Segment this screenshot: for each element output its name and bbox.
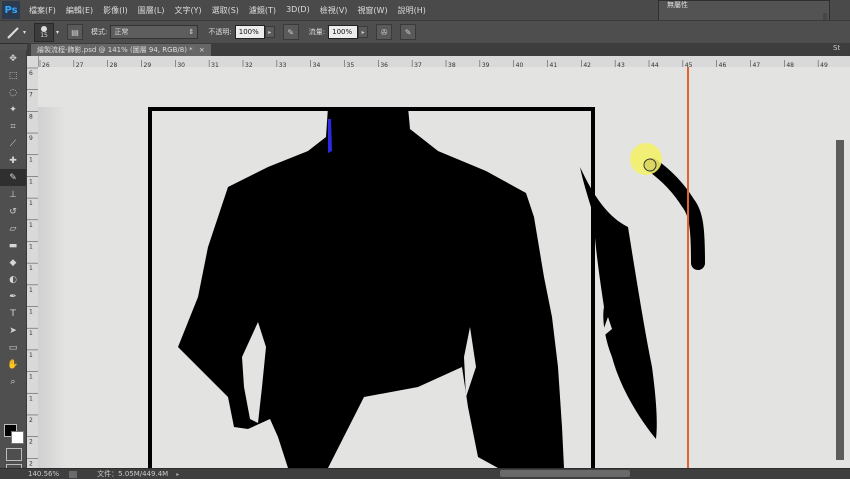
menu-item[interactable]: 說明(H) [393, 5, 431, 16]
document-tab[interactable]: 繪製流程-飾影.psd @ 141% (圖層 94, RGB/8) * × [31, 44, 211, 56]
canvas[interactable] [38, 67, 850, 468]
background-color-swatch[interactable] [11, 431, 24, 444]
ruler-tick-label: 1 [29, 178, 33, 185]
brush-tool-preset[interactable]: ▾ [6, 25, 26, 39]
ruler-tick-label: 8 [29, 113, 33, 120]
move-icon[interactable]: ✥ [0, 50, 26, 67]
brush-size: 15 [40, 31, 48, 39]
flow-input[interactable]: 100% [328, 25, 359, 39]
status-bar: 140.56% 文件：5.05M/449.4M ▸ [0, 468, 850, 479]
ruler-tick-label: 1 [29, 309, 33, 316]
mode-label: 模式: [91, 28, 108, 36]
pressure-opacity-icon[interactable]: ✎ [282, 24, 299, 40]
ruler-tick-label: 7 [29, 92, 33, 99]
ruler-tick-label: 1 [29, 287, 33, 294]
zoom-level[interactable]: 140.56% [28, 470, 59, 478]
flow-dropdown-icon[interactable]: ▸ [358, 26, 369, 38]
ruler-tick-label: 1 [29, 265, 33, 272]
opacity-label: 不透明: [208, 28, 232, 36]
menu-item[interactable]: 文字(Y) [169, 5, 206, 16]
options-bar: ▾ 15 ▾ ▤ 模式: 正常 ⇕ 不透明: 100% ▸ ✎ 流量: 100%… [0, 20, 850, 44]
ruler-tick-label: 1 [29, 200, 33, 207]
ruler-tick-label: 1 [29, 395, 33, 402]
flow-value: 100% [332, 28, 353, 36]
flow-label: 流量: [308, 28, 326, 36]
app-logo: Ps [2, 1, 20, 19]
mode-value: 正常 [114, 28, 129, 36]
menu-item[interactable]: 濾鏡(T) [244, 5, 281, 16]
ruler-left-ticks: 6 7 8 9 1 1 1 1 1 1 1 1 1 1 1 1 2 2 2 [27, 67, 38, 467]
menu-item[interactable]: 圖層(L) [133, 5, 170, 16]
brush-icon[interactable]: ✎ [0, 169, 26, 186]
horizontal-scrollbar[interactable] [500, 470, 630, 477]
hand-icon[interactable]: ✋ [0, 356, 26, 373]
status-menu-icon[interactable]: ▸ [176, 471, 179, 478]
airbrush-icon[interactable]: ✇ [376, 24, 393, 40]
ruler-tick-label: 1 [29, 157, 33, 164]
right-edge-label: St [833, 44, 841, 52]
brush-icon [7, 27, 19, 39]
ruler-tick-label: 1 [29, 243, 33, 250]
figure-silhouette [178, 107, 564, 468]
pen-icon[interactable]: ✒ [0, 288, 26, 305]
clone-stamp-icon[interactable]: ⊥ [0, 186, 26, 203]
healing-icon[interactable]: ✚ [0, 152, 26, 169]
cursor-highlight [630, 143, 662, 175]
blur-icon[interactable]: ◆ [0, 254, 26, 271]
crop-icon[interactable]: ⌗ [0, 118, 26, 135]
chevron-updown-icon: ⇕ [188, 28, 195, 36]
type-icon[interactable]: T [0, 305, 26, 322]
lasso-icon[interactable]: ◌ [0, 84, 26, 101]
close-icon[interactable]: × [199, 46, 205, 54]
tool-list: ✥ ⬚ ◌ ✦ ⌗ ⟋ ✚ ✎ ⊥ ↺ ▱ ▬ ◆ ◐ ✒ T ➤ ▭ ✋ ⌕ [0, 50, 26, 390]
shape-icon[interactable]: ▭ [0, 339, 26, 356]
document-tab-bar: 繪製流程-飾影.psd @ 141% (圖層 94, RGB/8) * × St [27, 43, 850, 56]
menu-items: 檔案(F) 編輯(E) 影像(I) 圖層(L) 文字(Y) 選取(S) 濾鏡(T) 3D(D)… [24, 5, 431, 16]
ruler-tick-label: 1 [29, 352, 33, 359]
opacity-input[interactable]: 100% [234, 25, 265, 39]
eyedropper-icon[interactable]: ⟋ [0, 135, 26, 152]
eraser-icon[interactable]: ▱ [0, 220, 26, 237]
panel-title: 無屬性 [659, 1, 829, 11]
quick-select-icon[interactable]: ✦ [0, 101, 26, 118]
menu-item[interactable]: 檔案(F) [24, 5, 61, 16]
ruler-tick-label: 1 [29, 374, 33, 381]
menu-item[interactable]: 編輯(E) [61, 5, 98, 16]
menu-item[interactable]: 視窗(W) [352, 5, 392, 16]
status-info-icon[interactable] [69, 470, 78, 478]
pressure-size-icon[interactable]: ✎ [400, 24, 417, 40]
brush-stroke [645, 158, 705, 270]
menu-item[interactable]: 影像(I) [98, 5, 133, 16]
ruler-tick-label: 1 [29, 222, 33, 229]
document-tab-title: 繪製流程-飾影.psd @ 141% (圖層 94, RGB/8) * [37, 46, 193, 54]
ruler-tick-label: 2 [29, 417, 33, 424]
ruler-tick-label: 2 [29, 439, 33, 446]
zoom-icon[interactable]: ⌕ [0, 373, 26, 390]
toolbox: ✥ ⬚ ◌ ✦ ⌗ ⟋ ✚ ✎ ⊥ ↺ ▱ ▬ ◆ ◐ ✒ T ➤ ▭ ✋ ⌕ [0, 50, 27, 478]
menu-item[interactable]: 選取(S) [207, 5, 244, 16]
ruler-tick-label: 1 [29, 330, 33, 337]
menu-item[interactable]: 3D(D) [281, 5, 315, 16]
mode-select[interactable]: 正常 ⇕ [110, 25, 199, 39]
quick-mask-icon[interactable] [6, 448, 22, 461]
gradient-icon[interactable]: ▬ [0, 237, 26, 254]
history-brush-icon[interactable]: ↺ [0, 203, 26, 220]
artwork[interactable] [38, 67, 850, 468]
brush-picker[interactable]: 15 ▾ [34, 22, 59, 42]
ruler-tick-label: 9 [29, 135, 33, 142]
opacity-value: 100% [238, 28, 259, 36]
canvas-shade [38, 107, 66, 468]
opacity-dropdown-icon[interactable]: ▸ [264, 26, 275, 38]
menu-item[interactable]: 檢視(V) [315, 5, 353, 16]
ruler-tick-label: 6 [29, 70, 33, 77]
path-select-icon[interactable]: ➤ [0, 322, 26, 339]
ruler-tick-label: 2 [29, 460, 33, 467]
vertical-scrollbar[interactable] [836, 140, 844, 460]
dodge-icon[interactable]: ◐ [0, 271, 26, 288]
brush-panel-toggle-icon[interactable]: ▤ [67, 24, 84, 40]
marquee-icon[interactable]: ⬚ [0, 67, 26, 84]
